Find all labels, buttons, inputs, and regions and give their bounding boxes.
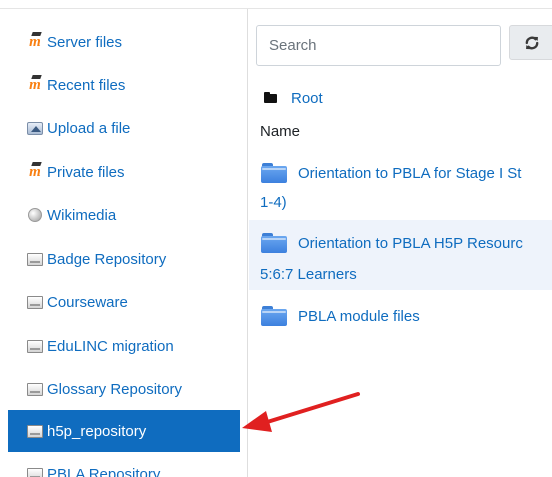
moodle-icon: m [29,33,41,50]
repo-item-label: Upload a file [47,119,131,137]
repo-item-pbla-repository[interactable]: PBLA Repository [8,455,240,477]
repository-sidebar: m Server files m Recent files Upload a f… [0,9,248,477]
file-name-continued: 5:6:7 Learners [260,266,357,283]
file-row[interactable]: Orientation to PBLA H5P Resourc 5:6:7 Le… [249,220,552,290]
repo-item-wikimedia[interactable]: Wikimedia [8,194,240,236]
repository-icon [26,423,44,439]
repo-item-label: Private files [47,163,125,181]
folder-icon [264,91,277,103]
repo-item-label: PBLA Repository [47,466,161,477]
breadcrumb-root[interactable]: Root [291,90,323,107]
repo-item-server-files[interactable]: m Server files [8,21,240,63]
moodle-icon: m [29,163,41,180]
breadcrumb: Root [264,88,323,108]
repository-icon [26,251,44,267]
repo-item-courseware[interactable]: Courseware [8,281,240,323]
repo-item-label: h5p_repository [47,422,147,440]
repository-icon [26,381,44,397]
annotation-arrow [242,392,360,432]
column-header-name[interactable]: Name [260,123,300,140]
file-name-continued: 1-4) [260,194,287,211]
file-row[interactable]: Orientation to PBLA for Stage I St 1-4) [249,152,552,218]
file-row[interactable]: PBLA module files [249,294,552,340]
repo-item-label: Server files [47,33,123,51]
folder-icon [261,233,287,253]
repo-item-label: Recent files [47,76,126,94]
repo-item-h5p-repository[interactable]: h5p_repository [8,410,240,452]
repository-icon [26,338,44,354]
refresh-button[interactable] [509,25,552,60]
upload-icon [26,120,44,136]
repository-icon [26,294,44,310]
folder-icon [261,306,287,326]
repo-item-label: Courseware [47,293,128,311]
globe-icon [26,207,44,223]
folder-icon [261,163,287,183]
repository-icon [26,466,44,477]
file-name: PBLA module files [298,308,420,325]
moodle-icon: m [29,76,41,93]
repo-item-label: Glossary Repository [47,380,183,398]
repo-item-upload-a-file[interactable]: Upload a file [8,107,240,149]
repo-item-label: Wikimedia [47,206,117,224]
file-name: Orientation to PBLA H5P Resourc [298,235,523,252]
refresh-icon [525,36,539,49]
repo-item-glossary-repository[interactable]: Glossary Repository [8,368,240,410]
repo-item-label: EduLINC migration [47,337,174,355]
repo-item-private-files[interactable]: m Private files [8,151,240,193]
search-input[interactable] [256,25,501,66]
repo-item-label: Badge Repository [47,250,167,268]
repo-item-recent-files[interactable]: m Recent files [8,64,240,106]
file-name: Orientation to PBLA for Stage I St [298,165,522,182]
repo-item-edulinc-migration[interactable]: EduLINC migration [8,325,240,367]
repo-item-badge-repository[interactable]: Badge Repository [8,238,240,280]
